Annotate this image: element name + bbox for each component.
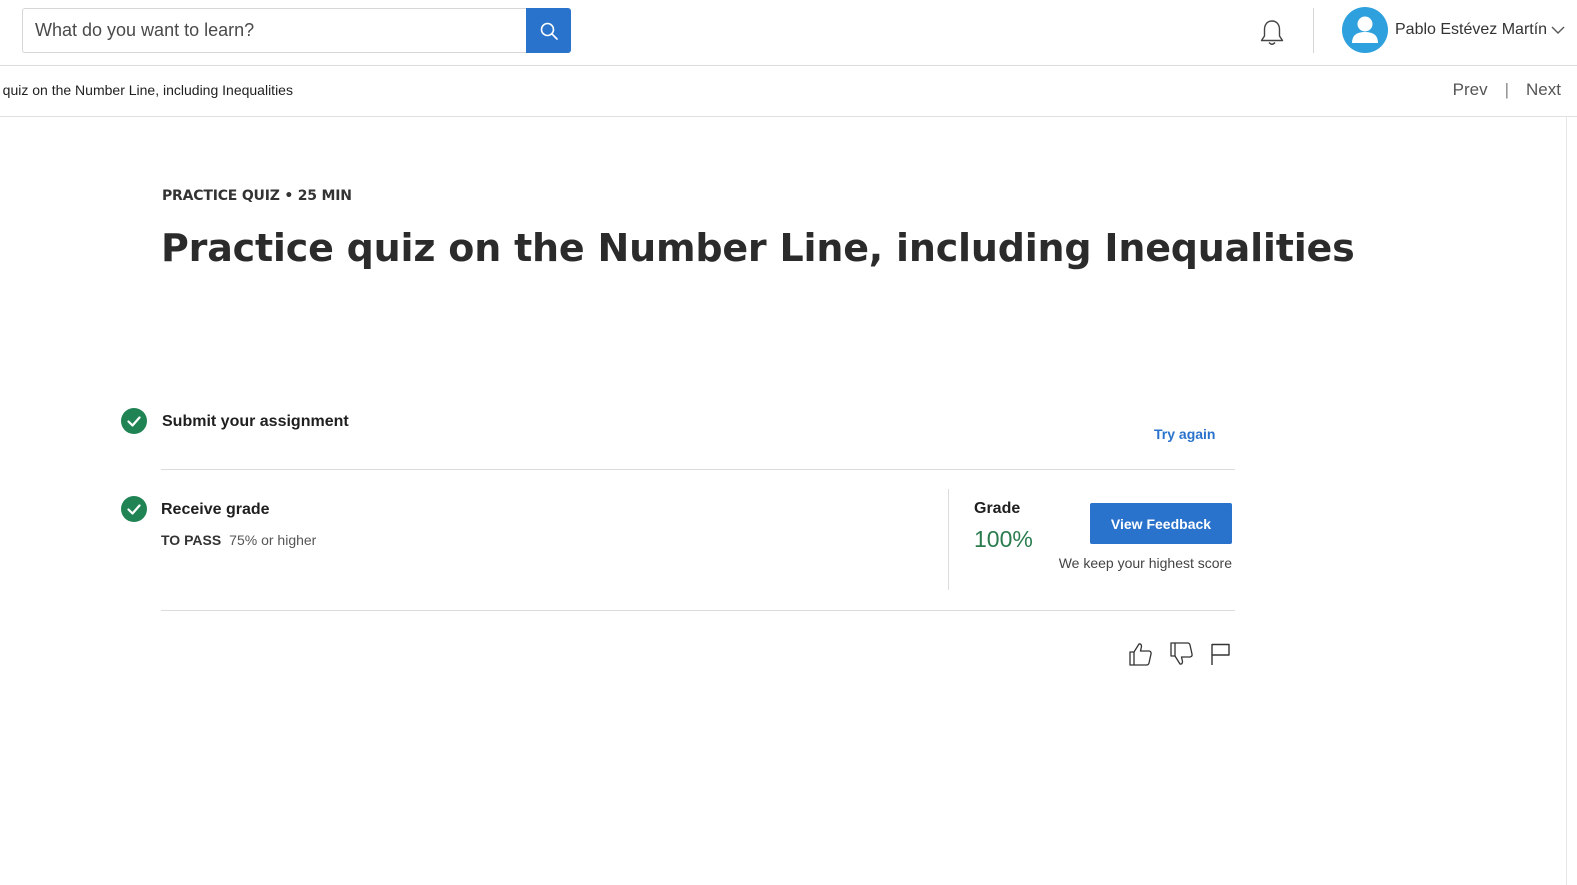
thumbs-down-icon[interactable]: [1168, 640, 1196, 668]
search-input[interactable]: [22, 8, 526, 53]
check-circle-icon: [121, 496, 147, 522]
page-edge-divider: [1566, 117, 1567, 885]
page-title: Practice quiz on the Number Line, includ…: [161, 226, 1355, 270]
header-divider: [1313, 8, 1314, 53]
divider: [161, 469, 1235, 470]
grade-divider: [948, 489, 949, 590]
divider: [161, 610, 1235, 611]
user-menu[interactable]: Pablo Estévez Martín: [1342, 7, 1565, 53]
avatar-icon: [1352, 16, 1378, 43]
search-bar: [22, 8, 571, 53]
bell-icon[interactable]: [1256, 17, 1288, 49]
step-submit-label: Submit your assignment: [162, 413, 349, 430]
search-button[interactable]: [526, 8, 571, 53]
to-pass-value: 75% or higher: [229, 532, 317, 548]
try-again-link[interactable]: Try again: [1154, 426, 1215, 442]
grade-value: 100%: [974, 526, 1033, 552]
flag-icon[interactable]: [1207, 640, 1235, 668]
thumbs-up-icon[interactable]: [1127, 640, 1155, 668]
grade-label: Grade: [974, 500, 1021, 517]
nav-separator: |: [1504, 80, 1510, 99]
to-pass-key: TO PASS: [161, 532, 222, 548]
item-navigation-bar: e quiz on the Number Line, including Ine…: [0, 66, 1577, 117]
step-grade-label: Receive grade: [161, 501, 270, 518]
chevron-down-icon: [1551, 26, 1565, 34]
next-link[interactable]: Next: [1526, 80, 1561, 100]
check-circle-icon: [121, 408, 147, 434]
prev-link[interactable]: Prev: [1453, 80, 1488, 100]
breadcrumb: e quiz on the Number Line, including Ine…: [0, 82, 293, 98]
highest-score-note: We keep your highest score: [1058, 555, 1232, 571]
search-icon: [540, 22, 558, 40]
top-header: Pablo Estévez Martín: [0, 0, 1577, 66]
item-meta: PRACTICE QUIZ • 25 MIN: [162, 188, 352, 204]
user-name: Pablo Estévez Martín: [1395, 21, 1548, 38]
prev-next-nav: Prev | Next: [1453, 80, 1561, 100]
avatar: [1342, 7, 1388, 53]
view-feedback-button[interactable]: View Feedback: [1090, 503, 1232, 544]
pass-requirement: TO PASS 75% or higher: [161, 532, 316, 548]
